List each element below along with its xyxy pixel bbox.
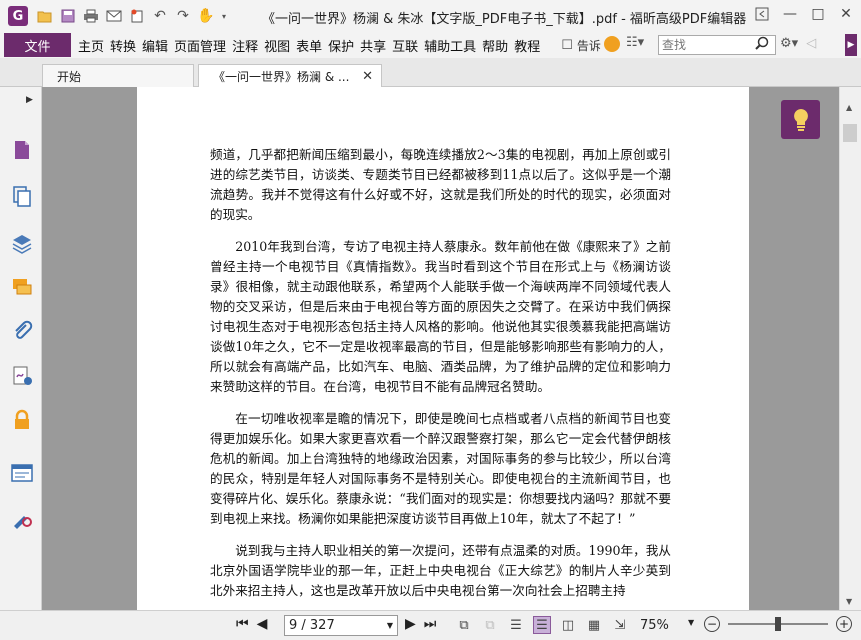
zoom-slider-knob[interactable] — [775, 617, 781, 631]
save-icon[interactable] — [59, 7, 77, 25]
print-icon[interactable] — [82, 7, 100, 25]
continuous-page-icon[interactable]: ☰ — [533, 616, 551, 634]
menu-item[interactable]: 共享 — [357, 36, 389, 55]
certify-icon[interactable] — [11, 507, 33, 529]
gear-icon[interactable]: ⚙▾ — [780, 36, 798, 51]
menu-item[interactable]: 注释 — [229, 36, 261, 55]
menu-item[interactable]: 视图 — [261, 36, 293, 55]
zoom-control: − + — [704, 616, 852, 632]
scroll-up-icon[interactable]: ▲ — [846, 103, 852, 112]
title-bar: G ↶ ↷ ✋ ▾ 《一问一世界》杨澜 & 朱冰【文字版_PDF电子书_下载】.… — [0, 0, 861, 32]
search-box — [658, 35, 776, 55]
left-sidebar: ▶ — [0, 87, 42, 610]
status-bar: ⏮ ◀ 9 / 327 ▼ ▶ ⏭ ⧉ ⧉ ☰ ☰ ◫ ▦ ⇲ 75% ▼ − … — [0, 610, 861, 640]
tab-label: 《一问一世界》杨澜 & ... — [213, 69, 350, 84]
sidebar-expand-icon[interactable]: ▶ — [26, 95, 33, 105]
menu-item[interactable]: 保护 — [325, 36, 357, 55]
pages-thumbnail-icon[interactable] — [11, 139, 33, 161]
right-tools: ⚙▾ ◁ — [780, 36, 816, 51]
paragraph: 说到我与主持人职业相关的第一次提问，还带有点温柔的对质。1990年，我从北京外国… — [210, 543, 671, 598]
menu-item[interactable]: 帮助 — [479, 36, 511, 55]
last-page-icon[interactable]: ⏭ — [424, 616, 437, 632]
quick-access-toolbar: ↶ ↷ ✋ ▾ — [36, 7, 228, 25]
layers-icon[interactable] — [11, 232, 33, 254]
comments-icon[interactable] — [11, 276, 33, 298]
hand-tool-icon[interactable]: ✋ — [197, 7, 215, 25]
menu-item[interactable]: 教程 — [511, 36, 543, 55]
menu-item[interactable]: 主页 — [75, 36, 107, 55]
paragraph: 2010年我到台湾，专访了电视主持人蔡康永。数年前他在做《康熙来了》之前曾经主持… — [210, 239, 671, 394]
page-navigation-next: ▶ ⏭ — [405, 616, 436, 632]
next-view-icon[interactable]: ⧉ — [481, 616, 499, 634]
view-modes: ⧉ ⧉ ☰ ☰ ◫ ▦ ⇲ — [455, 616, 629, 634]
tab-label: 开始 — [57, 69, 82, 84]
document-view[interactable]: 频道，几乎都把新闻压缩到最小，每晚连续播放2～3集的电视剧，再加上原创或引进的综… — [42, 87, 839, 610]
scroll-down-icon[interactable]: ▼ — [846, 597, 852, 606]
menu-item[interactable]: 表单 — [293, 36, 325, 55]
tab-bar: 开始 《一问一世界》杨澜 & ... ✕ — [0, 58, 861, 87]
scrollbar-thumb[interactable] — [843, 124, 857, 142]
tab-document[interactable]: 《一问一世界》杨澜 & ... ✕ — [198, 64, 382, 87]
open-folder-icon[interactable] — [36, 7, 54, 25]
lightbulb-icon: ☐ — [561, 37, 573, 53]
page-number: 9 / 327 — [289, 618, 335, 633]
tab-home[interactable]: 开始 — [42, 64, 194, 87]
mail-icon[interactable] — [105, 7, 123, 25]
redo-icon[interactable]: ↷ — [174, 7, 192, 25]
vertical-scrollbar[interactable]: ▲ ▼ — [839, 87, 861, 610]
undo-icon[interactable]: ↶ — [151, 7, 169, 25]
minimize-icon[interactable]: — — [781, 4, 799, 24]
search-input[interactable] — [659, 38, 755, 52]
maximize-icon[interactable]: □ — [809, 4, 827, 24]
next-page-icon[interactable]: ▶ — [405, 616, 416, 632]
window-controls: — □ ✕ — [753, 4, 855, 24]
app-logo-icon[interactable]: G — [8, 6, 28, 26]
chevron-down-icon[interactable]: ▼ — [688, 618, 694, 627]
close-icon[interactable]: ✕ — [837, 4, 855, 24]
lock-icon[interactable] — [11, 409, 33, 431]
continuous-facing-icon[interactable]: ▦ — [585, 616, 603, 634]
copy-pages-icon[interactable] — [11, 185, 33, 207]
close-tab-icon[interactable]: ✕ — [362, 69, 373, 84]
tell-me[interactable]: ☐ 告诉 — [561, 37, 601, 54]
menu-item[interactable]: 页面管理 — [171, 36, 229, 55]
feedback-icon[interactable] — [604, 36, 620, 52]
chevron-down-icon[interactable]: ▾ — [220, 7, 228, 25]
menu-item[interactable]: 互联 — [389, 36, 421, 55]
menu-bar: 文件 主页 转换 编辑 页面管理 注释 视图 表单 保护 共享 互联 辅助工具 帮助 教程 ☐ 告诉 ☷… — [0, 32, 861, 58]
reflow-icon[interactable]: ⇲ — [611, 616, 629, 634]
zoom-level[interactable]: 75% — [640, 618, 669, 633]
menu-items: 主页 转换 编辑 页面管理 注释 视图 表单 保护 共享 互联 辅助工具 帮助 教程 — [75, 36, 543, 55]
menu-item[interactable]: 辅助工具 — [421, 36, 479, 55]
window-title: 《一问一世界》杨澜 & 朱冰【文字版_PDF电子书_下载】.pdf - 福昕高级… — [262, 12, 747, 27]
pdf-page: 频道，几乎都把新闻压缩到最小，每晚连续播放2～3集的电视剧，再加上原创或引进的综… — [137, 87, 749, 610]
expand-ribbon-icon[interactable]: ▶ — [845, 34, 857, 56]
attachment-icon[interactable] — [11, 320, 33, 342]
search-icon[interactable] — [755, 36, 769, 54]
file-menu-button[interactable]: 文件 — [4, 33, 71, 57]
first-page-icon[interactable]: ⏮ — [236, 616, 249, 632]
nav-left-icon[interactable]: ◁ — [806, 36, 816, 51]
menu-item[interactable]: 编辑 — [139, 36, 171, 55]
zoom-out-icon[interactable]: − — [704, 616, 720, 632]
lightbulb-icon[interactable] — [781, 100, 820, 139]
page-navigation: ⏮ ◀ — [236, 616, 267, 632]
paragraph: 频道，几乎都把新闻压缩到最小，每晚连续播放2～3集的电视剧，再加上原创或引进的综… — [210, 147, 671, 222]
restore-icon[interactable] — [753, 4, 771, 24]
signature-icon[interactable] — [11, 365, 33, 387]
previous-view-icon[interactable]: ⧉ — [455, 616, 473, 634]
menu-item[interactable]: 转换 — [107, 36, 139, 55]
single-page-icon[interactable]: ☰ — [507, 616, 525, 634]
zoom-slider[interactable] — [728, 617, 828, 631]
form-fields-icon[interactable] — [11, 462, 33, 484]
new-icon[interactable] — [128, 7, 146, 25]
comment-dropdown-icon[interactable]: ☷▾ — [626, 35, 644, 50]
previous-page-icon[interactable]: ◀ — [257, 616, 268, 632]
facing-pages-icon[interactable]: ◫ — [559, 616, 577, 634]
chevron-down-icon[interactable]: ▼ — [387, 621, 393, 630]
paragraph: 在一切唯收视率是瞻的情况下，即使是晚间七点档或者八点档的新闻节目也变得更加娱乐化… — [210, 411, 671, 526]
page-number-input[interactable]: 9 / 327 ▼ — [284, 615, 398, 636]
tell-me-label: 告诉 — [576, 38, 601, 53]
zoom-in-icon[interactable]: + — [836, 616, 852, 632]
